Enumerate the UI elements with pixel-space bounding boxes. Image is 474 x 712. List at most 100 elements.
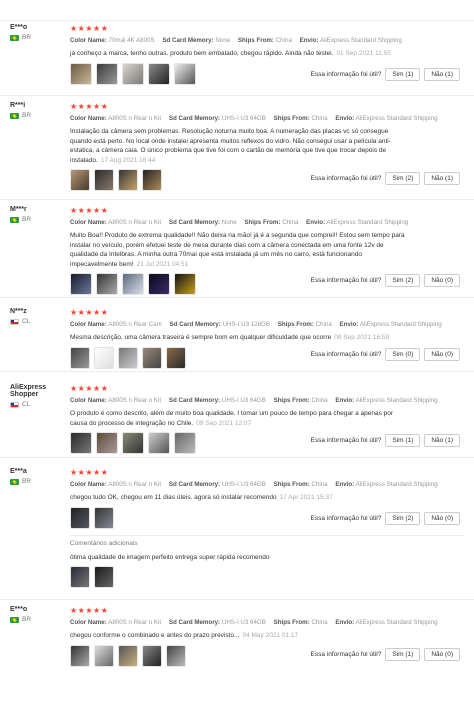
- chile-flag-icon: [10, 401, 19, 408]
- reviewer-country: BR: [10, 112, 70, 119]
- reviewer-country: BR: [10, 616, 70, 623]
- star-rating: ★★★★★: [70, 24, 109, 33]
- vote-no-button[interactable]: Não (1): [424, 172, 460, 185]
- chile-flag-icon: [10, 318, 19, 325]
- review-photo[interactable]: [70, 273, 92, 295]
- review-photo[interactable]: [142, 346, 162, 369]
- helpful-vote: Essa informação foi útil? Sim (1) Não (1…: [311, 434, 460, 447]
- reviewer-country: CL: [10, 401, 70, 408]
- review-photo[interactable]: [166, 644, 186, 667]
- review-photo[interactable]: [118, 169, 138, 191]
- reviewer-country: BR: [10, 34, 70, 41]
- reviewer-name: N***z: [10, 308, 27, 315]
- vote-yes-button[interactable]: Sim (0): [385, 348, 421, 361]
- review-photo[interactable]: [122, 62, 144, 85]
- vote-yes-button[interactable]: Sim (1): [385, 434, 421, 447]
- product-properties: Color Name: A800S n Rear n Kit Sd Card M…: [70, 619, 438, 626]
- additional-photos: [70, 566, 464, 588]
- vote-no-button[interactable]: Não (0): [424, 648, 460, 661]
- vote-yes-button[interactable]: Sim (1): [385, 648, 421, 661]
- review-photo[interactable]: [70, 566, 90, 588]
- review-photo[interactable]: [174, 62, 196, 85]
- reviewer-name: M***r: [10, 206, 27, 213]
- product-properties: Color Name: A800S n Rear n Kit Sd Card M…: [70, 397, 438, 404]
- review-photo[interactable]: [96, 273, 118, 295]
- review-photo[interactable]: [70, 62, 92, 85]
- review-photo[interactable]: [96, 432, 118, 454]
- product-properties: Color Name: A800S n Rear n Kit Sd Card M…: [70, 219, 409, 226]
- top-divider: [0, 0, 474, 21]
- review-item: E***o BR ★★★★★ Color Name: A800S n Rear …: [0, 606, 474, 672]
- review-text: Muito Boa!! Produto de extrema qualidade…: [70, 232, 405, 268]
- reviewer-name: AliExpress Shopper: [10, 384, 47, 398]
- reviewer-country: BR: [10, 478, 70, 485]
- helpful-vote: Essa informação foi útil? Sim (1) Não (0…: [311, 648, 460, 661]
- brazil-flag-icon: [10, 112, 19, 119]
- additional-comments-heading: Comentários adicionais: [70, 539, 138, 547]
- review-photo[interactable]: [148, 273, 170, 295]
- review-photo[interactable]: [94, 506, 114, 529]
- product-properties: Color Name: A800S n Rear n Kit Sd Card M…: [70, 115, 438, 122]
- review-photo[interactable]: [174, 432, 196, 454]
- review-photo[interactable]: [70, 506, 90, 529]
- vote-no-button[interactable]: Não (0): [424, 274, 460, 287]
- review-item: M***r BR ★★★★★ Color Name: A800S n Rear …: [0, 206, 474, 298]
- review-photo[interactable]: [174, 273, 196, 295]
- review-date: 17 Apr 2021 15:37: [279, 494, 333, 501]
- review-text: O produto é como descrito, além de muito…: [70, 410, 394, 427]
- vote-yes-button[interactable]: Sim (1): [385, 68, 421, 81]
- review-photo[interactable]: [142, 644, 162, 667]
- helpful-vote: Essa informação foi útil? Sim (2) Não (0…: [311, 512, 460, 525]
- review-item: R***i BR ★★★★★ Color Name: A800S n Rear …: [0, 102, 474, 200]
- reviewer-name: E***o: [10, 24, 28, 31]
- vote-yes-button[interactable]: Sim (2): [385, 172, 421, 185]
- brazil-flag-icon: [10, 616, 19, 623]
- review-text: chegou conforme o combinado e antes do p…: [70, 632, 299, 639]
- review-item: E***a BR ★★★★★ Color Name: A800S n Rear …: [0, 468, 474, 600]
- review-photo[interactable]: [122, 273, 144, 295]
- star-rating: ★★★★★: [70, 468, 109, 477]
- review-photo[interactable]: [70, 644, 90, 667]
- review-date: 04 May 2021 01:17: [242, 632, 299, 639]
- review-text: Instalação da câmera sem problemas. Reso…: [70, 128, 391, 164]
- review-text: já conheço a marca, tenho outras. produt…: [70, 50, 391, 57]
- review-photo[interactable]: [142, 169, 162, 191]
- review-item: E***o BR ★★★★★ Color Name: 70mai 4K A800…: [0, 24, 474, 96]
- vote-no-button[interactable]: Não (0): [424, 512, 460, 525]
- helpful-vote: Essa informação foi útil? Sim (1) Não (1…: [311, 68, 460, 81]
- star-rating: ★★★★★: [70, 308, 109, 317]
- helpful-vote: Essa informação foi útil? Sim (2) Não (1…: [311, 172, 460, 185]
- review-photo[interactable]: [118, 346, 138, 369]
- vote-no-button[interactable]: Não (1): [424, 68, 460, 81]
- vote-no-button[interactable]: Não (0): [424, 348, 460, 361]
- vote-no-button[interactable]: Não (1): [424, 434, 460, 447]
- review-photo[interactable]: [94, 644, 114, 667]
- review-photo[interactable]: [122, 432, 144, 454]
- review-text: Mesma descrição, uma câmera traseira é s…: [70, 334, 390, 341]
- divider: [70, 534, 464, 536]
- review-date: 21 Jul 2021 04:51: [136, 260, 189, 268]
- review-photo[interactable]: [118, 644, 138, 667]
- review-photo[interactable]: [70, 432, 92, 454]
- product-properties: Color Name: A800S n Rear n Kit Sd Card M…: [70, 481, 438, 488]
- reviewer-country: BR: [10, 216, 70, 223]
- vote-yes-button[interactable]: Sim (2): [385, 512, 421, 525]
- star-rating: ★★★★★: [70, 606, 109, 615]
- review-date: 09 Sep 2021 12:07: [196, 419, 252, 427]
- review-date: 01 Sep 2021 11:55: [336, 50, 391, 57]
- review-photo[interactable]: [166, 346, 186, 369]
- review-photo[interactable]: [94, 346, 114, 369]
- review-photo[interactable]: [94, 566, 114, 588]
- reviewer-name: E***o: [10, 606, 28, 613]
- review-photo[interactable]: [70, 169, 90, 191]
- vote-yes-button[interactable]: Sim (2): [385, 274, 421, 287]
- review-photo[interactable]: [96, 62, 118, 85]
- reviewer-name: R***i: [10, 102, 26, 109]
- review-photo[interactable]: [70, 346, 90, 369]
- product-properties: Color Name: 70mai 4K A800S Sd Card Memor…: [70, 37, 402, 44]
- review-photo[interactable]: [148, 432, 170, 454]
- review-date: 17 Aug 2021 16:44: [100, 156, 156, 164]
- star-rating: ★★★★★: [70, 384, 109, 393]
- review-photo[interactable]: [148, 62, 170, 85]
- review-photo[interactable]: [94, 169, 114, 191]
